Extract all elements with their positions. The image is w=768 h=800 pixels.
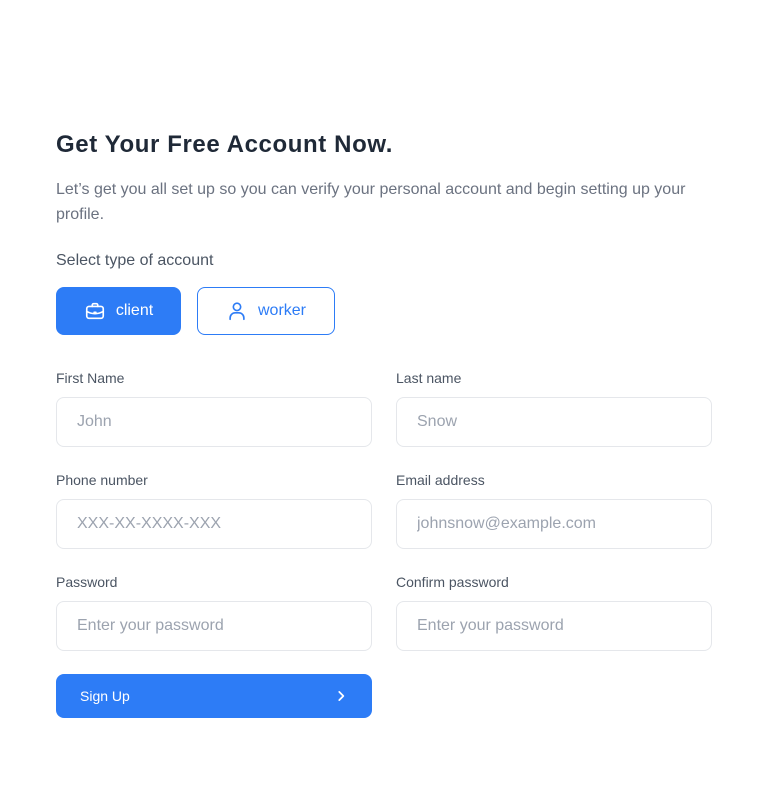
sign-up-button[interactable]: Sign Up <box>56 674 372 718</box>
last-name-input[interactable] <box>396 397 712 447</box>
first-name-field-group: First Name <box>56 369 372 447</box>
signup-form: First Name Last name Phone number Email … <box>56 369 712 651</box>
last-name-label: Last name <box>396 370 462 386</box>
account-type-selector: client worker <box>56 287 335 335</box>
worker-type-label: worker <box>257 302 306 319</box>
chevron-right-icon <box>334 689 348 703</box>
phone-label: Phone number <box>56 472 148 488</box>
confirm-password-label: Confirm password <box>396 574 509 590</box>
user-icon <box>226 300 248 322</box>
last-name-field-group: Last name <box>396 369 712 447</box>
phone-field-group: Phone number <box>56 471 372 549</box>
signup-page: Get Your Free Account Now. Let’s get you… <box>0 0 768 800</box>
password-label: Password <box>56 574 118 590</box>
first-name-label: First Name <box>56 370 125 386</box>
sign-up-label: Sign Up <box>80 688 130 704</box>
account-type-label: Select type of account <box>56 252 214 269</box>
worker-type-button[interactable]: worker <box>197 287 335 335</box>
briefcase-icon <box>84 300 106 322</box>
page-title: Get Your Free Account Now. <box>56 131 393 158</box>
confirm-password-input[interactable] <box>396 601 712 651</box>
first-name-input[interactable] <box>56 397 372 447</box>
password-input[interactable] <box>56 601 372 651</box>
confirm-password-field-group: Confirm password <box>396 573 712 651</box>
email-label: Email address <box>396 472 485 488</box>
password-field-group: Password <box>56 573 372 651</box>
client-type-button[interactable]: client <box>56 287 181 335</box>
phone-input[interactable] <box>56 499 372 549</box>
client-type-label: client <box>115 302 154 319</box>
email-input[interactable] <box>396 499 712 549</box>
page-subtitle: Let’s get you all set up so you can veri… <box>56 181 686 223</box>
email-field-group: Email address <box>396 471 712 549</box>
